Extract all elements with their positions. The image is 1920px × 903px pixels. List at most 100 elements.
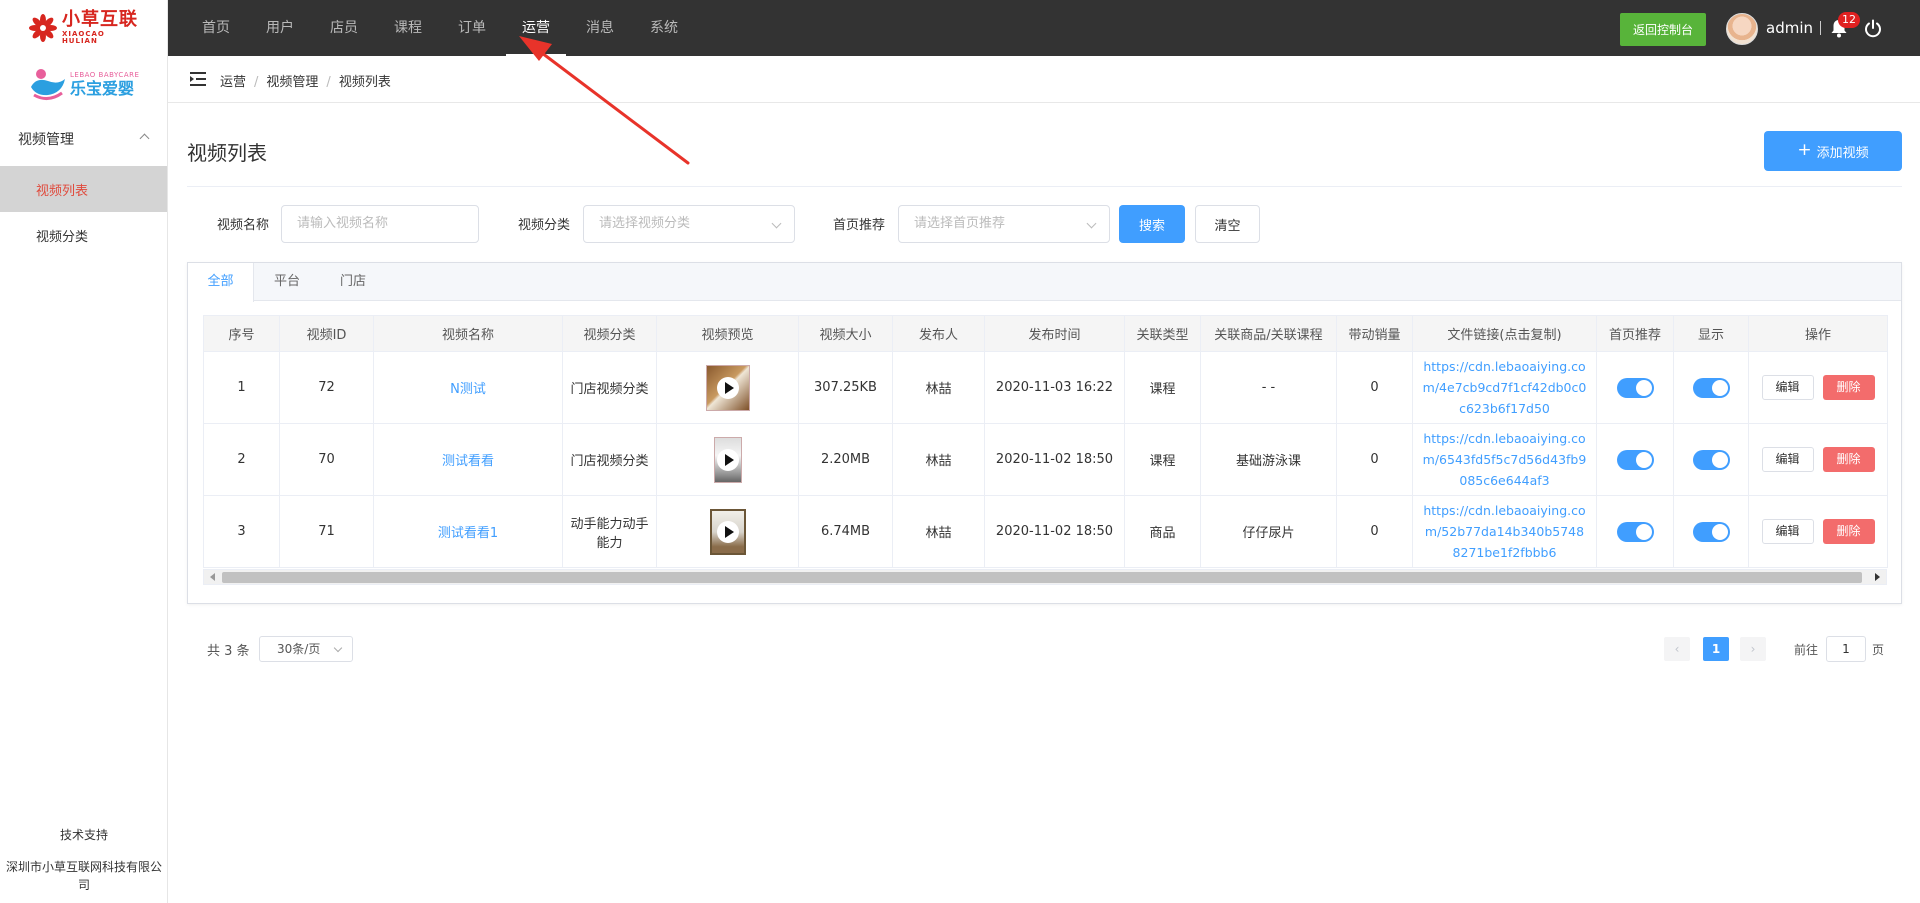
- column-header: 操作: [1748, 315, 1888, 352]
- divider: [1820, 21, 1821, 35]
- power-icon[interactable]: [1862, 18, 1884, 40]
- notification-badge: 12: [1838, 12, 1860, 28]
- edit-button[interactable]: 编辑: [1761, 375, 1814, 400]
- menu-group-video-management[interactable]: 视频管理: [0, 120, 168, 158]
- home-recommend-toggle[interactable]: [1616, 449, 1654, 470]
- visible-toggle[interactable]: [1692, 377, 1730, 398]
- video-category: 门店视频分类: [562, 423, 657, 496]
- column-header: 发布时间: [984, 315, 1125, 352]
- video-preview[interactable]: [713, 436, 742, 483]
- video-name-placeholder: 请输入视频名称: [297, 216, 389, 231]
- home-recommend-placeholder: 请选择首页推荐: [914, 216, 1006, 231]
- delete-button[interactable]: 删除: [1822, 375, 1875, 400]
- sidebar-item-label: 视频列表: [36, 183, 89, 199]
- return-console-button[interactable]: 返回控制台: [1620, 13, 1706, 46]
- nav-messages[interactable]: 消息: [572, 0, 628, 56]
- visible-toggle[interactable]: [1692, 521, 1730, 542]
- row-number: 3: [203, 495, 280, 568]
- home-recommend-toggle[interactable]: [1616, 377, 1654, 398]
- scroll-right-icon[interactable]: [1875, 573, 1880, 581]
- file-link[interactable]: https://cdn.lebaoaiying.com/4e7cb9cd7f1c…: [1415, 356, 1594, 419]
- edit-button[interactable]: 编辑: [1761, 447, 1814, 472]
- table-row: 1 72 N测试 门店视频分类 307.25KB 林喆 2020-11-03 1…: [203, 351, 1888, 424]
- sidebar-item-video-list[interactable]: 视频列表: [0, 166, 167, 212]
- tab-all[interactable]: 全部: [188, 263, 254, 302]
- tab-platform[interactable]: 平台: [254, 263, 320, 302]
- breadcrumb-item[interactable]: 运营: [220, 75, 246, 90]
- video-name-link[interactable]: 测试看看: [442, 454, 494, 469]
- visible-toggle[interactable]: [1692, 449, 1730, 470]
- menu-fold-icon[interactable]: [190, 71, 207, 87]
- video-category-label: 视频分类: [518, 218, 571, 233]
- search-button[interactable]: 搜索: [1119, 205, 1185, 243]
- prev-page-button[interactable]: ‹: [1664, 637, 1690, 661]
- delete-button[interactable]: 删除: [1822, 447, 1875, 472]
- add-video-button[interactable]: + 添加视频: [1764, 131, 1902, 171]
- publish-time: 2020-11-03 16:22: [984, 351, 1125, 424]
- total-count: 共 3 条: [207, 644, 250, 659]
- support-label: 技术支持: [59, 828, 108, 842]
- horizontal-scrollbar[interactable]: [203, 569, 1887, 585]
- goto-label: 前往: [1794, 643, 1819, 657]
- column-header: 视频分类: [562, 315, 657, 352]
- add-video-label: 添加视频: [1816, 145, 1869, 161]
- next-page-button[interactable]: ›: [1740, 637, 1766, 661]
- clear-button[interactable]: 清空: [1195, 205, 1260, 243]
- file-link[interactable]: https://cdn.lebaoaiying.com/6543fd5f5c7d…: [1415, 428, 1594, 491]
- avatar[interactable]: [1726, 13, 1758, 45]
- sub-brand-logo: LEBAO BABYCARE 乐宝爱婴: [28, 64, 140, 104]
- column-header: 显示: [1673, 315, 1749, 352]
- home-recommend-select[interactable]: 请选择首页推荐: [898, 205, 1110, 243]
- column-header: 视频ID: [279, 315, 374, 352]
- video-name-input[interactable]: 请输入视频名称: [281, 205, 479, 243]
- nav-orders[interactable]: 订单: [444, 0, 500, 56]
- video-category-placeholder: 请选择视频分类: [599, 216, 691, 231]
- nav-system[interactable]: 系统: [636, 0, 692, 56]
- nav-operations[interactable]: 运营: [506, 0, 566, 56]
- delete-button[interactable]: 删除: [1822, 519, 1875, 544]
- video-category-select[interactable]: 请选择视频分类: [583, 205, 795, 243]
- scroll-left-icon[interactable]: [210, 573, 215, 581]
- video-name-link[interactable]: N测试: [450, 382, 486, 397]
- video-preview[interactable]: [709, 508, 746, 555]
- play-icon: [716, 520, 739, 543]
- edit-button[interactable]: 编辑: [1761, 519, 1814, 544]
- video-name-link[interactable]: 测试看看1: [438, 526, 498, 541]
- video-size: 6.74MB: [798, 495, 893, 568]
- video-preview[interactable]: [705, 364, 750, 411]
- video-id: 71: [279, 495, 374, 568]
- sales-count: 0: [1336, 495, 1413, 568]
- page-size-select[interactable]: 30条/页: [259, 636, 353, 662]
- home-recommend-toggle[interactable]: [1616, 521, 1654, 542]
- file-link[interactable]: https://cdn.lebaoaiying.com/52b77da14b34…: [1415, 500, 1594, 563]
- nav-users[interactable]: 用户: [252, 0, 308, 56]
- sub-brand-cn: 乐宝爱婴: [70, 78, 135, 98]
- main-nav: 首页 用户 店员 课程 订单 运营 消息 系统: [188, 0, 700, 56]
- publisher: 林喆: [892, 351, 985, 424]
- video-id: 72: [279, 351, 374, 424]
- video-name-label: 视频名称: [217, 218, 270, 233]
- row-number: 2: [203, 423, 280, 496]
- column-header: 序号: [203, 315, 280, 352]
- breadcrumb-item[interactable]: 视频管理: [266, 75, 318, 90]
- tab-store[interactable]: 门店: [320, 263, 386, 302]
- goto-page-input[interactable]: 1: [1826, 636, 1866, 662]
- nav-home[interactable]: 首页: [188, 0, 244, 56]
- scrollbar-thumb[interactable]: [222, 572, 1862, 583]
- sidebar: 小草互联 XIAOCAO HULIAN LEBAO BABYCARE 乐宝爱婴 …: [0, 0, 168, 903]
- sales-count: 0: [1336, 351, 1413, 424]
- page-size-value: 30条/页: [277, 642, 321, 656]
- nav-courses[interactable]: 课程: [380, 0, 436, 56]
- page-title: 视频列表: [187, 141, 267, 165]
- related-item: 仔仔尿片: [1200, 495, 1337, 568]
- play-icon: [716, 448, 739, 471]
- nav-staff[interactable]: 店员: [316, 0, 372, 56]
- page-number-button[interactable]: 1: [1703, 637, 1729, 661]
- related-type: 课程: [1124, 423, 1201, 496]
- video-id: 70: [279, 423, 374, 496]
- video-size: 2.20MB: [798, 423, 893, 496]
- username[interactable]: admin: [1766, 19, 1813, 37]
- brand-logo[interactable]: 小草互联 XIAOCAO HULIAN: [28, 11, 144, 45]
- sidebar-item-video-category[interactable]: 视频分类: [0, 212, 167, 258]
- column-header: 带动销量: [1336, 315, 1413, 352]
